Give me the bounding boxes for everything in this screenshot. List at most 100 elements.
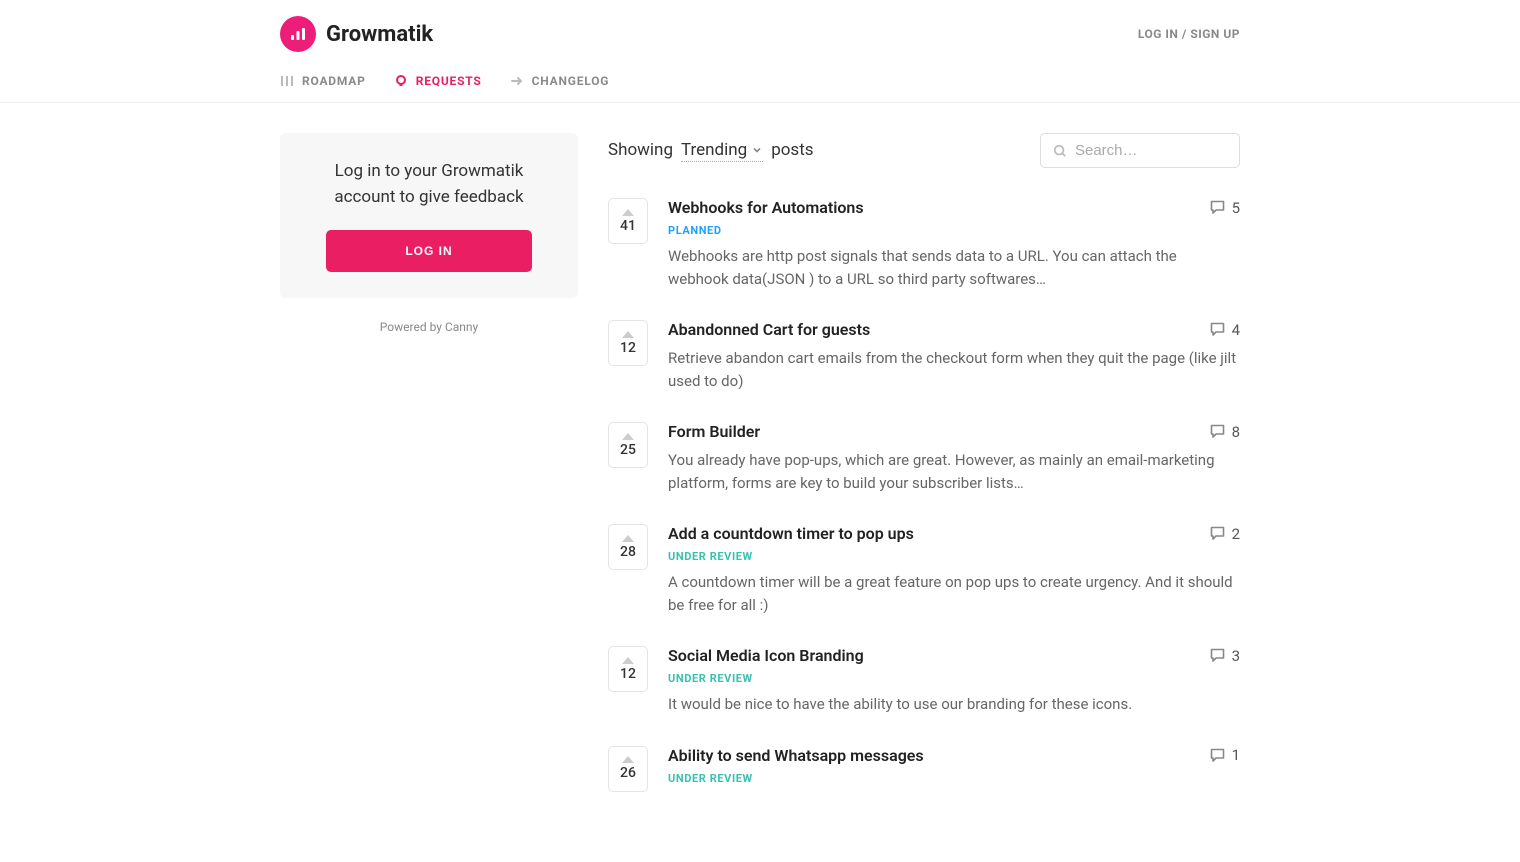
- post-description: Webhooks are http post signals that send…: [668, 245, 1240, 290]
- comment-number: 4: [1232, 321, 1240, 339]
- sort-dropdown[interactable]: Trending: [681, 140, 763, 162]
- vote-button[interactable]: 25: [608, 422, 648, 468]
- upvote-icon: [622, 657, 634, 664]
- search-box[interactable]: [1040, 133, 1240, 168]
- post-header: Form Builder 8: [668, 422, 1240, 441]
- upvote-icon: [622, 331, 634, 338]
- bars-icon: [289, 25, 307, 43]
- comment-icon: [1209, 321, 1226, 338]
- comment-icon: [1209, 747, 1226, 764]
- post-item: 12 Social Media Icon Branding 3 UNDER REVIE…: [608, 646, 1240, 716]
- showing-label: Showing: [608, 140, 673, 160]
- post-status: PLANNED: [668, 224, 1240, 237]
- sort-value: Trending: [681, 140, 747, 160]
- post-title[interactable]: Webhooks for Automations: [668, 198, 864, 217]
- header-top: Growmatik LOG IN / SIGN UP: [280, 16, 1240, 66]
- login-signup-link[interactable]: LOG IN / SIGN UP: [1138, 27, 1240, 41]
- brand[interactable]: Growmatik: [280, 16, 433, 52]
- tab-label: ROADMAP: [302, 74, 366, 88]
- vote-button[interactable]: 12: [608, 320, 648, 366]
- post-status: UNDER REVIEW: [668, 550, 1240, 563]
- post-description: It would be nice to have the ability to …: [668, 693, 1240, 716]
- lightbulb-icon: [394, 74, 408, 88]
- vote-button[interactable]: 28: [608, 524, 648, 570]
- post-body: Ability to send Whatsapp messages1UNDER …: [668, 746, 1240, 792]
- vote-button[interactable]: 26: [608, 746, 648, 792]
- upvote-icon: [622, 433, 634, 440]
- tab-requests[interactable]: REQUESTS: [394, 74, 482, 88]
- roadmap-icon: [280, 74, 294, 88]
- comment-number: 5: [1232, 199, 1240, 217]
- post-body: Form Builder 8 You already have pop-ups, w…: [668, 422, 1240, 494]
- post-item: 12 Abandonned Cart for guests 4 Retrieve ab…: [608, 320, 1240, 392]
- brand-logo: [280, 16, 316, 52]
- filter-left: Showing Trending posts: [608, 140, 814, 162]
- post-status: UNDER REVIEW: [668, 672, 1240, 685]
- comment-number: 8: [1232, 423, 1240, 441]
- post-title[interactable]: Add a countdown timer to pop ups: [668, 524, 914, 543]
- comment-icon: [1209, 199, 1226, 216]
- vote-count: 26: [620, 765, 636, 781]
- filter-row: Showing Trending posts: [608, 133, 1240, 168]
- post-item: 25 Form Builder 8 You already have pop-ups,…: [608, 422, 1240, 494]
- vote-count: 12: [620, 666, 636, 682]
- posts-label: posts: [771, 140, 813, 160]
- tab-label: REQUESTS: [416, 74, 482, 88]
- comment-count[interactable]: 8: [1209, 423, 1240, 441]
- login-button[interactable]: LOG IN: [326, 230, 532, 272]
- search-input[interactable]: [1075, 142, 1227, 159]
- main: Log in to your Growmatik account to give…: [280, 103, 1240, 862]
- post-list: 41Webhooks for Automations5PLANNEDWebhoo…: [608, 198, 1240, 792]
- comment-number: 2: [1232, 525, 1240, 543]
- post-header: Abandonned Cart for guests 4: [668, 320, 1240, 339]
- post-header: Webhooks for Automations 5: [668, 198, 1240, 217]
- sidebar: Log in to your Growmatik account to give…: [280, 133, 578, 822]
- post-title[interactable]: Social Media Icon Branding: [668, 646, 864, 665]
- powered-by[interactable]: Powered by Canny: [280, 320, 578, 334]
- vote-count: 41: [620, 218, 636, 234]
- comment-count[interactable]: 2: [1209, 525, 1240, 543]
- comment-number: 3: [1232, 647, 1240, 665]
- post-title[interactable]: Form Builder: [668, 422, 760, 441]
- chevron-down-icon: [751, 144, 763, 156]
- tab-roadmap[interactable]: ROADMAP: [280, 74, 366, 88]
- comment-number: 1: [1232, 746, 1240, 764]
- login-card: Log in to your Growmatik account to give…: [280, 133, 578, 298]
- vote-count: 28: [620, 544, 636, 560]
- comment-count[interactable]: 1: [1209, 746, 1240, 764]
- arrow-right-icon: [510, 74, 524, 88]
- search-icon: [1053, 143, 1067, 159]
- brand-name: Growmatik: [326, 22, 433, 47]
- header: Growmatik LOG IN / SIGN UP ROADMAP REQUE…: [280, 0, 1240, 102]
- post-header: Ability to send Whatsapp messages 1: [668, 746, 1240, 765]
- tab-changelog[interactable]: CHANGELOG: [510, 74, 610, 88]
- post-body: Webhooks for Automations 5 PLANNED Webhooks…: [668, 198, 1240, 290]
- post-description: You already have pop-ups, which are grea…: [668, 449, 1240, 494]
- post-body: Add a countdown timer to pop ups 2 UNDER R…: [668, 524, 1240, 616]
- post-title[interactable]: Abandonned Cart for guests: [668, 320, 870, 339]
- post-item: 41Webhooks for Automations5PLANNEDWebhoo…: [608, 198, 1240, 290]
- upvote-icon: [622, 535, 634, 542]
- upvote-icon: [622, 756, 634, 763]
- tab-label: CHANGELOG: [532, 74, 610, 88]
- post-description: A countdown timer will be a great featur…: [668, 571, 1240, 616]
- vote-count: 12: [620, 340, 636, 356]
- post-item: 26Ability to send Whatsapp messages1UNDE…: [608, 746, 1240, 792]
- comment-icon: [1209, 423, 1226, 440]
- post-body: Social Media Icon Branding 3 UNDER REVIEW I…: [668, 646, 1240, 716]
- post-header: Add a countdown timer to pop ups 2: [668, 524, 1240, 543]
- upvote-icon: [622, 209, 634, 216]
- comment-icon: [1209, 647, 1226, 664]
- post-header: Social Media Icon Branding 3: [668, 646, 1240, 665]
- content: Showing Trending posts 41Webhooks for Au…: [608, 133, 1240, 822]
- vote-button[interactable]: 41: [608, 198, 648, 244]
- comment-count[interactable]: 5: [1209, 199, 1240, 217]
- post-title[interactable]: Ability to send Whatsapp messages: [668, 746, 924, 765]
- vote-button[interactable]: 12: [608, 646, 648, 692]
- post-description: Retrieve abandon cart emails from the ch…: [668, 347, 1240, 392]
- comment-count[interactable]: 3: [1209, 647, 1240, 665]
- post-item: 28 Add a countdown timer to pop ups 2 UNDER…: [608, 524, 1240, 616]
- nav-tabs: ROADMAP REQUESTS CHANGELOG: [280, 66, 1240, 102]
- comment-count[interactable]: 4: [1209, 321, 1240, 339]
- login-prompt: Log in to your Growmatik account to give…: [308, 159, 550, 210]
